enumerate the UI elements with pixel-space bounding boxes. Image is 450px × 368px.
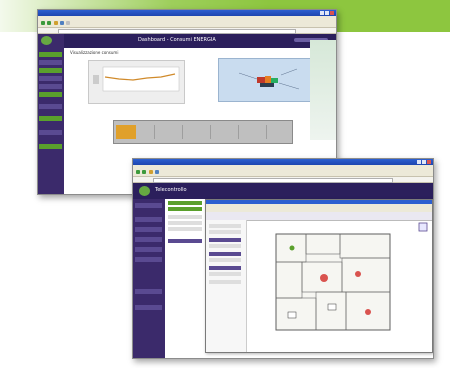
panel-row[interactable]	[168, 201, 202, 205]
panel-row[interactable]	[209, 280, 241, 284]
sidebar-item[interactable]	[39, 144, 62, 149]
sensor-marker[interactable]	[365, 309, 371, 315]
panel-row[interactable]	[209, 266, 241, 270]
floor-plan-window[interactable]	[205, 199, 433, 353]
sensor-marker[interactable]	[289, 245, 295, 251]
map-building[interactable]	[260, 83, 274, 87]
panel-row[interactable]	[209, 244, 241, 248]
sidebar-item[interactable]	[135, 257, 162, 262]
map-callout	[238, 72, 258, 80]
sidebar-item[interactable]	[135, 203, 162, 208]
sidebar-item[interactable]	[135, 217, 162, 222]
chart-legend-box	[93, 75, 99, 84]
map-svg	[238, 68, 300, 90]
sidebar-item[interactable]	[135, 289, 162, 294]
map-callout	[280, 68, 298, 76]
panel-row[interactable]	[209, 238, 241, 242]
telecontrol-window[interactable]: Telecontrollo	[132, 158, 434, 359]
decorative-graphic	[310, 40, 336, 140]
favorites-icon[interactable]	[66, 21, 70, 25]
browser-toolbar[interactable]	[38, 20, 336, 28]
forward-icon[interactable]	[142, 170, 146, 174]
search-icon[interactable]	[60, 21, 64, 25]
timeline-tick	[154, 125, 155, 139]
panel-row[interactable]	[168, 221, 202, 225]
device-marker[interactable]	[327, 303, 337, 311]
sidebar-item[interactable]	[135, 305, 162, 310]
browser-toolbar[interactable]	[133, 169, 433, 177]
page-header: Dashboard - Consumi ENERGIA	[64, 34, 336, 48]
timeline-tick	[266, 125, 267, 139]
maximize-icon[interactable]	[422, 160, 426, 164]
page-title: Visualizzazione consumi	[70, 50, 119, 55]
device-marker[interactable]	[287, 311, 297, 319]
panel-row[interactable]	[168, 215, 202, 219]
sidebar-item[interactable]	[135, 247, 162, 252]
sidebar-item[interactable]	[39, 76, 62, 81]
chart-svg	[93, 66, 180, 92]
close-icon[interactable]	[330, 11, 334, 15]
forward-icon[interactable]	[47, 21, 51, 25]
back-icon[interactable]	[136, 170, 140, 174]
browser-toolbar[interactable]	[206, 204, 432, 212]
page-header-title: Dashboard - Consumi ENERGIA	[138, 37, 216, 43]
sidebar	[38, 34, 64, 194]
sidebar-item[interactable]	[39, 116, 62, 121]
sidebar-item[interactable]	[135, 227, 162, 232]
sidebar	[133, 199, 165, 358]
timeline-bar[interactable]	[116, 125, 136, 139]
minimize-icon[interactable]	[417, 160, 421, 164]
sensor-marker[interactable]	[320, 274, 328, 282]
sidebar-item[interactable]	[39, 60, 62, 65]
map-callout	[278, 82, 300, 90]
page-header: Telecontrollo	[133, 183, 433, 199]
page-header-title: Telecontrollo	[155, 187, 187, 193]
overview-map[interactable]	[218, 58, 312, 102]
sidebar-item[interactable]	[39, 68, 62, 73]
panel-row[interactable]	[209, 272, 241, 276]
sidebar-item[interactable]	[39, 52, 62, 57]
floor-plan-icon[interactable]	[418, 222, 428, 232]
sidebar-item[interactable]	[135, 237, 162, 242]
panel-row[interactable]	[168, 207, 202, 211]
floor-plan[interactable]	[258, 228, 408, 338]
search-icon[interactable]	[155, 170, 159, 174]
map-building[interactable]	[257, 77, 265, 83]
panel-row[interactable]	[209, 258, 241, 262]
sidebar-item[interactable]	[39, 104, 62, 109]
panel-row[interactable]	[209, 230, 241, 234]
controls-column	[206, 220, 247, 352]
timeline-tick	[238, 125, 239, 139]
consumption-chart	[88, 60, 185, 104]
panel-row[interactable]	[168, 227, 202, 231]
home-icon[interactable]	[149, 170, 153, 174]
minimize-icon[interactable]	[320, 11, 324, 15]
sidebar-item[interactable]	[39, 84, 62, 89]
timeline-tick	[210, 125, 211, 139]
panel-row[interactable]	[168, 239, 202, 243]
timeline-tick	[182, 125, 183, 139]
map-building[interactable]	[265, 76, 271, 83]
sidebar-item[interactable]	[39, 92, 62, 97]
logo-icon	[139, 186, 150, 196]
home-icon[interactable]	[54, 21, 58, 25]
close-icon[interactable]	[427, 160, 431, 164]
panel-row[interactable]	[209, 252, 241, 256]
sidebar-item[interactable]	[39, 130, 62, 135]
back-icon[interactable]	[41, 21, 45, 25]
panel-row[interactable]	[209, 224, 241, 228]
sensor-marker[interactable]	[355, 271, 361, 277]
maximize-icon[interactable]	[325, 11, 329, 15]
timeline-chart[interactable]	[113, 120, 293, 144]
logo-icon	[41, 36, 52, 45]
control-panel	[165, 199, 207, 358]
map-building[interactable]	[271, 78, 278, 83]
